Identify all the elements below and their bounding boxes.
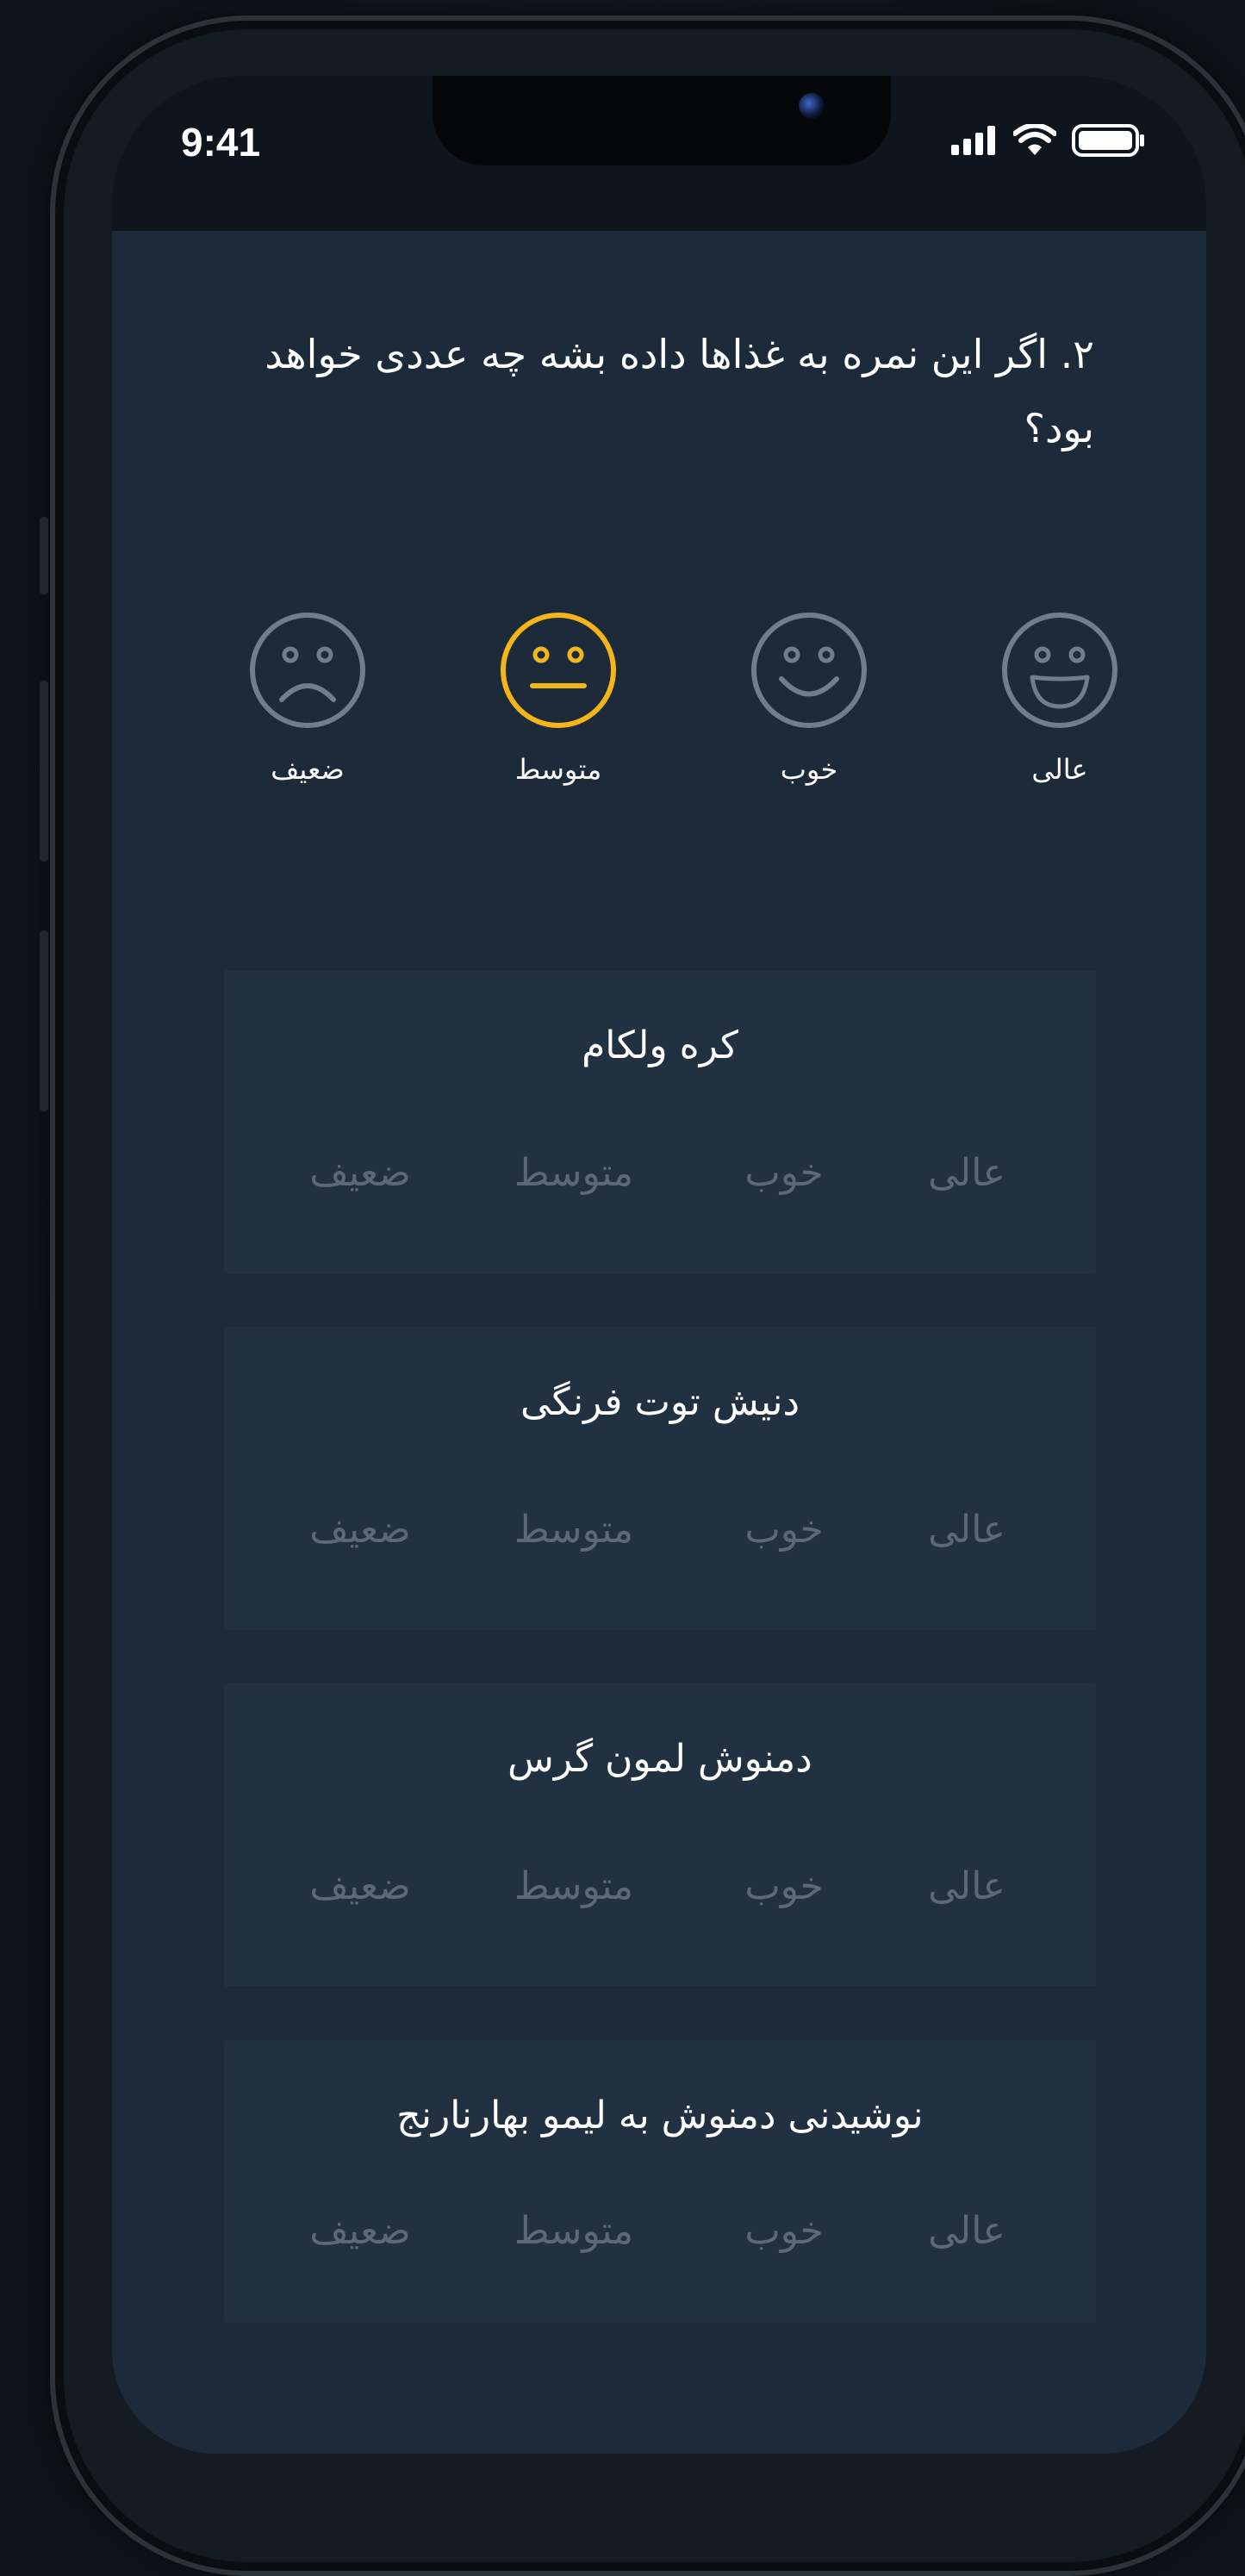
status-bar: 9:41: [112, 76, 1206, 231]
camera: [799, 93, 825, 119]
smiling-face-icon: [751, 613, 867, 728]
rating-good[interactable]: خوب: [698, 2209, 870, 2253]
item-rating-row: عالی خوب متوسط ضعیف: [224, 2209, 1096, 2261]
rating-poor[interactable]: ضعیف: [274, 1151, 446, 1195]
wifi-icon: [1013, 124, 1056, 155]
rating-good[interactable]: خوب: [698, 1151, 870, 1195]
rating-options: عالی خوب متوسط ضعیف: [112, 610, 1206, 800]
volume-up-button: [40, 681, 48, 862]
rating-average[interactable]: متوسط: [488, 1864, 660, 1908]
rating-average[interactable]: متوسط: [488, 1151, 660, 1195]
food-item-title: نوشیدنی دمنوش به لیمو بهارنارنج: [396, 2094, 924, 2137]
option-label: خوب: [780, 753, 838, 786]
app-screen: 9:41 ۲. اگر این نمره به غذاها داده بشه چ…: [112, 76, 1206, 2454]
rating-poor[interactable]: ضعیف: [274, 1508, 446, 1552]
item-rating-row: عالی خوب متوسط ضعیف: [224, 1864, 1096, 1916]
food-item-card: دمنوش لمون گرس عالی خوب متوسط ضعیف: [224, 1683, 1096, 1987]
item-rating-row: عالی خوب متوسط ضعیف: [224, 1508, 1096, 1559]
option-label: متوسط: [514, 753, 602, 786]
rating-average[interactable]: متوسط: [488, 1508, 660, 1552]
sad-face-icon: [250, 613, 365, 728]
item-rating-row: عالی خوب متوسط ضعیف: [224, 1151, 1096, 1203]
rating-poor[interactable]: ضعیف: [274, 1864, 446, 1908]
rating-excellent[interactable]: عالی: [881, 1151, 1053, 1195]
food-item-title: کره ولکام: [582, 1024, 738, 1067]
option-poor[interactable]: ضعیف: [234, 610, 381, 786]
option-label: عالی: [1031, 753, 1088, 786]
rating-good[interactable]: خوب: [698, 1864, 870, 1908]
status-icons: [949, 124, 1146, 157]
food-item-title: دمنوش لمون گرس: [507, 1737, 812, 1781]
food-item-card: کره ولکام عالی خوب متوسط ضعیف: [224, 970, 1096, 1273]
rating-poor[interactable]: ضعیف: [274, 2209, 446, 2253]
mute-switch: [40, 517, 48, 594]
food-item-title: دنیش توت فرنگی: [520, 1380, 800, 1424]
survey-content: ۲. اگر این نمره به غذاها داده بشه چه عدد…: [112, 231, 1206, 2454]
option-excellent[interactable]: عالی: [987, 610, 1133, 786]
rating-excellent[interactable]: عالی: [881, 1508, 1053, 1552]
question-text: ۲. اگر این نمره به غذاها داده بشه چه عدد…: [265, 331, 1094, 451]
option-average[interactable]: متوسط: [485, 610, 632, 786]
rating-average[interactable]: متوسط: [488, 2209, 660, 2253]
device-notch: [433, 76, 891, 165]
rating-good[interactable]: خوب: [698, 1508, 870, 1552]
option-good[interactable]: خوب: [736, 610, 882, 786]
food-item-card: نوشیدنی دمنوش به لیمو بهارنارنج عالی خوب…: [224, 2040, 1096, 2323]
food-item-card: دنیش توت فرنگی عالی خوب متوسط ضعیف: [224, 1327, 1096, 1630]
neutral-face-icon: [501, 613, 616, 728]
laughing-face-icon: [1002, 613, 1117, 728]
rating-excellent[interactable]: عالی: [881, 2209, 1053, 2253]
volume-down-button: [40, 930, 48, 1111]
battery-icon: [1072, 124, 1144, 157]
rating-excellent[interactable]: عالی: [881, 1864, 1053, 1908]
status-time: 9:41: [181, 120, 261, 165]
signal-icon: [951, 126, 995, 155]
option-label: ضعیف: [271, 753, 345, 786]
